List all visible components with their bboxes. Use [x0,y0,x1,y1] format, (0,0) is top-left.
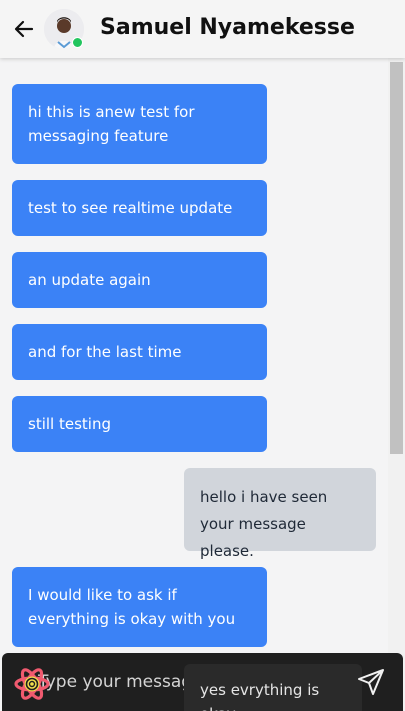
online-status-dot [72,37,83,48]
scrollbar[interactable] [388,58,405,711]
back-arrow-icon[interactable] [12,17,36,41]
message-input[interactable] [38,667,198,697]
message-bubble-received: still testing [12,396,267,452]
message-text: hello i have seen your message please. [200,488,328,560]
message-text: hi this is anew test for messaging featu… [28,103,195,145]
send-icon[interactable] [356,667,386,697]
message-text: and for the last time [28,343,182,361]
message-composer: yes evrything is okay [2,653,403,711]
chat-app: Samuel Nyamekesse hi this is anew test f… [0,0,405,711]
message-bubble-received: hi this is anew test for messaging featu… [12,84,267,164]
message-text: yes evrything is okay [200,681,320,711]
message-bubble-sent: yes evrything is okay [184,664,362,711]
contact-name: Samuel Nyamekesse [100,15,355,40]
message-list: hi this is anew test for messaging featu… [0,58,388,711]
message-bubble-sent: hello i have seen your message please. [184,468,376,560]
message-text: test to see realtime update [28,199,233,217]
scrollbar-thumb[interactable] [390,62,403,454]
message-bubble-received: I would like to ask if everything is oka… [12,567,267,647]
message-bubble-received: an update again [12,252,267,308]
brand-logo-icon [14,668,50,700]
message-text: an update again [28,271,151,289]
message-bubble-received: and for the last time [12,324,267,380]
message-text: I would like to ask if everything is oka… [28,586,236,628]
message-bubble-received: test to see realtime update [12,180,267,236]
chat-header: Samuel Nyamekesse [0,0,405,58]
message-text: still testing [28,415,111,433]
